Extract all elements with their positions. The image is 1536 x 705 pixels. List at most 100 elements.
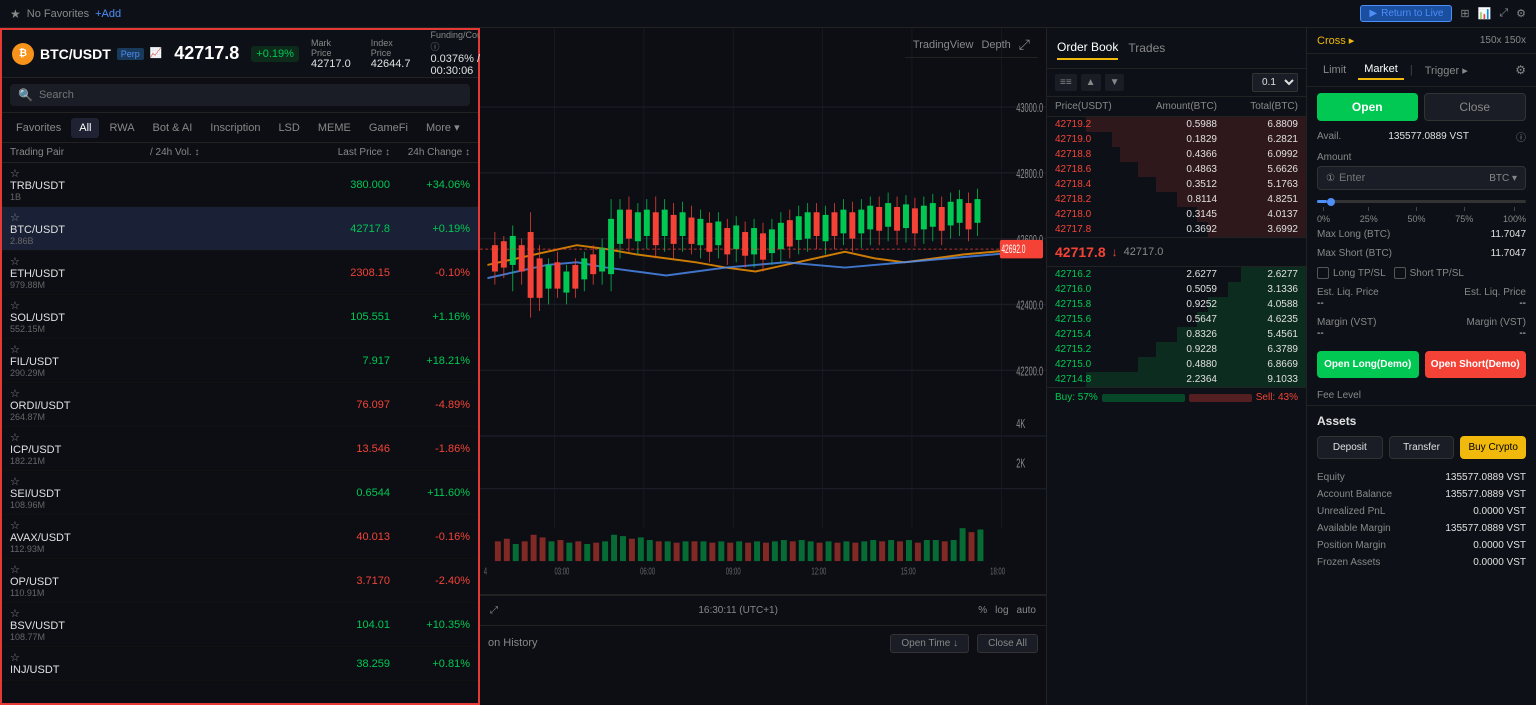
open-long-button[interactable]: Open Long(Demo) bbox=[1317, 351, 1419, 378]
tab-all[interactable]: All bbox=[71, 118, 99, 138]
star-button[interactable]: ☆ bbox=[10, 387, 150, 400]
expand-chart-icon[interactable]: ⤢ bbox=[1019, 36, 1030, 53]
asset-buttons: Deposit Transfer Buy Crypto bbox=[1317, 436, 1526, 459]
slider-marks: 0% 25% 50% 75% 100% bbox=[1307, 207, 1536, 225]
settings-icon[interactable]: ⚙ bbox=[1516, 7, 1526, 20]
tab-meme[interactable]: MEME bbox=[310, 118, 359, 138]
leverage-badge[interactable]: 150x 150x bbox=[1480, 35, 1526, 46]
open-position-button[interactable]: Open bbox=[1317, 93, 1418, 121]
list-item[interactable]: ☆ SOL/USDT 552.15M 105.551 +1.16% bbox=[2, 295, 478, 339]
tab-rwa[interactable]: RWA bbox=[101, 118, 142, 138]
col-change: 24h Change ↕ bbox=[390, 147, 470, 158]
chart-footer: ⤢ 16:30:11 (UTC+1) % log auto bbox=[480, 595, 1046, 625]
star-button[interactable]: ☆ bbox=[10, 607, 150, 620]
star-button[interactable]: ☆ bbox=[10, 255, 150, 268]
close-position-button[interactable]: Close bbox=[1424, 93, 1527, 121]
depth-label[interactable]: Depth bbox=[981, 39, 1010, 51]
star-button[interactable]: ☆ bbox=[10, 431, 150, 444]
list-item[interactable]: ☆ SEI/USDT 108.96M 0.6544 +11.60% bbox=[2, 471, 478, 515]
list-item[interactable]: ☆ BSV/USDT 108.77M 104.01 +10.35% bbox=[2, 603, 478, 647]
top-bar-right: ▶ Return to Live ⊞ 📊 ⤢ ⚙ bbox=[1360, 5, 1526, 22]
long-tpsl-checkbox[interactable]: Long TP/SL bbox=[1317, 267, 1386, 279]
list-item[interactable]: ☆ AVAX/USDT 112.93M 40.013 -0.16% bbox=[2, 515, 478, 559]
grid-icon[interactable]: ⊞ bbox=[1460, 7, 1469, 20]
avail-row: Avail. 135577.0889 VST ⓘ bbox=[1307, 127, 1536, 146]
slider-mark-75[interactable]: 75% bbox=[1455, 207, 1473, 225]
buy-crypto-button[interactable]: Buy Crypto bbox=[1460, 436, 1526, 459]
star-button[interactable]: ☆ bbox=[10, 475, 150, 488]
tab-favorites[interactable]: Favorites bbox=[8, 118, 69, 138]
ob-decimal-select[interactable]: 0.1 bbox=[1252, 73, 1298, 92]
pair-cell: ☆ BTC/USDT 2.86B bbox=[10, 211, 150, 246]
deposit-button[interactable]: Deposit bbox=[1317, 436, 1383, 459]
svg-text:12:00: 12:00 bbox=[811, 564, 826, 576]
list-item[interactable]: ☆ OP/USDT 110.91M 3.7170 -2.40% bbox=[2, 559, 478, 603]
tab-bot-ai[interactable]: Bot & AI bbox=[145, 118, 201, 138]
cross-label[interactable]: Cross ▸ bbox=[1317, 34, 1354, 47]
slider-mark-50[interactable]: 50% bbox=[1407, 207, 1425, 225]
position-history-title: on History bbox=[488, 637, 538, 649]
tab-market[interactable]: Market bbox=[1358, 60, 1404, 80]
ob-ask-row: 42719.00.18296.2821 bbox=[1047, 132, 1306, 147]
star-button[interactable]: ☆ bbox=[10, 299, 150, 312]
log-label[interactable]: log bbox=[995, 605, 1008, 616]
tab-gamefi[interactable]: GameFi bbox=[361, 118, 416, 138]
list-item[interactable]: ☆ TRB/USDT 1B 380.000 +34.06% bbox=[2, 163, 478, 207]
price-change-badge: +0.19% bbox=[251, 46, 299, 62]
ob-ask-row: 42717.80.36923.6992 bbox=[1047, 222, 1306, 237]
add-favorites-link[interactable]: +Add bbox=[95, 8, 121, 20]
tab-lsd[interactable]: LSD bbox=[270, 118, 307, 138]
auto-label[interactable]: auto bbox=[1017, 605, 1036, 616]
short-tpsl-checkbox[interactable]: Short TP/SL bbox=[1394, 267, 1464, 279]
ob-bid-row: 42715.40.83265.4561 bbox=[1047, 327, 1306, 342]
list-item[interactable]: ☆ INJ/USDT 38.259 +0.81% bbox=[2, 647, 478, 681]
tab-more[interactable]: More ▾ bbox=[418, 117, 468, 138]
position-history-actions: Open Time ↓ Close All bbox=[890, 634, 1038, 653]
star-button[interactable]: ☆ bbox=[10, 343, 150, 356]
tab-limit[interactable]: Limit bbox=[1317, 61, 1352, 79]
list-item[interactable]: ☆ FIL/USDT 290.29M 7.917 +18.21% bbox=[2, 339, 478, 383]
search-input[interactable] bbox=[39, 89, 462, 101]
amount-slider[interactable] bbox=[1317, 200, 1526, 203]
slider-mark-25[interactable]: 25% bbox=[1360, 207, 1378, 225]
list-item[interactable]: ☆ BTC/USDT 2.86B 42717.8 +0.19% bbox=[2, 207, 478, 251]
return-live-button[interactable]: ▶ Return to Live bbox=[1360, 5, 1452, 22]
tab-trigger[interactable]: Trigger ▸ bbox=[1419, 61, 1474, 80]
tab-trades[interactable]: Trades bbox=[1128, 37, 1165, 59]
transfer-button[interactable]: Transfer bbox=[1389, 436, 1455, 459]
list-item[interactable]: ☆ ETH/USDT 979.88M 2308.15 -0.10% bbox=[2, 251, 478, 295]
star-button[interactable]: ☆ bbox=[10, 211, 150, 224]
star-button[interactable]: ☆ bbox=[10, 563, 150, 576]
slider-mark-0[interactable]: 0% bbox=[1317, 207, 1330, 225]
star-button[interactable]: ☆ bbox=[10, 651, 150, 664]
symbol-name[interactable]: BTC/USDT bbox=[40, 46, 111, 62]
ob-view-asks-btn[interactable]: ▲ bbox=[1081, 74, 1101, 91]
ob-mid-price: 42717.8 ↓ 42717.0 bbox=[1047, 237, 1306, 267]
list-item[interactable]: ☆ ICP/USDT 182.21M 13.546 -1.86% bbox=[2, 427, 478, 471]
open-time-button[interactable]: Open Time ↓ bbox=[890, 634, 969, 653]
slider-handle[interactable] bbox=[1327, 198, 1335, 206]
tab-inscription[interactable]: Inscription bbox=[202, 118, 268, 138]
chart-icon[interactable]: 📊 bbox=[1478, 7, 1492, 20]
ob-view-bids-btn[interactable]: ▼ bbox=[1105, 74, 1125, 91]
order-settings-icon[interactable]: ⚙ bbox=[1515, 63, 1526, 77]
list-item[interactable]: ☆ ORDI/USDT 264.87M 76.097 -4.89% bbox=[2, 383, 478, 427]
amount-input[interactable] bbox=[1339, 172, 1485, 184]
expand-icon[interactable]: ⤢ bbox=[1499, 7, 1508, 20]
tab-orderbook[interactable]: Order Book bbox=[1057, 36, 1118, 60]
balance-value: 135577.0889 VST bbox=[1445, 489, 1526, 500]
margin-value: -- bbox=[1317, 328, 1376, 339]
est-liq-row: Est. Liq. Price -- Est. Liq. Price -- bbox=[1307, 283, 1536, 313]
close-all-button[interactable]: Close All bbox=[977, 634, 1038, 653]
amount-input-row: ① BTC ▾ bbox=[1317, 166, 1526, 190]
tradingview-label[interactable]: TradingView bbox=[913, 39, 974, 51]
long-tpsl-check[interactable] bbox=[1317, 267, 1329, 279]
short-tpsl-check[interactable] bbox=[1394, 267, 1406, 279]
star-button[interactable]: ☆ bbox=[10, 167, 150, 180]
star-button[interactable]: ☆ bbox=[10, 519, 150, 532]
slider-mark-100[interactable]: 100% bbox=[1503, 207, 1526, 225]
open-short-button[interactable]: Open Short(Demo) bbox=[1425, 351, 1527, 378]
amount-unit[interactable]: BTC ▾ bbox=[1489, 173, 1517, 184]
chart-expand-icon[interactable]: ⤢ bbox=[490, 605, 498, 616]
ob-view-all-btn[interactable]: ≡≡ bbox=[1055, 74, 1077, 91]
